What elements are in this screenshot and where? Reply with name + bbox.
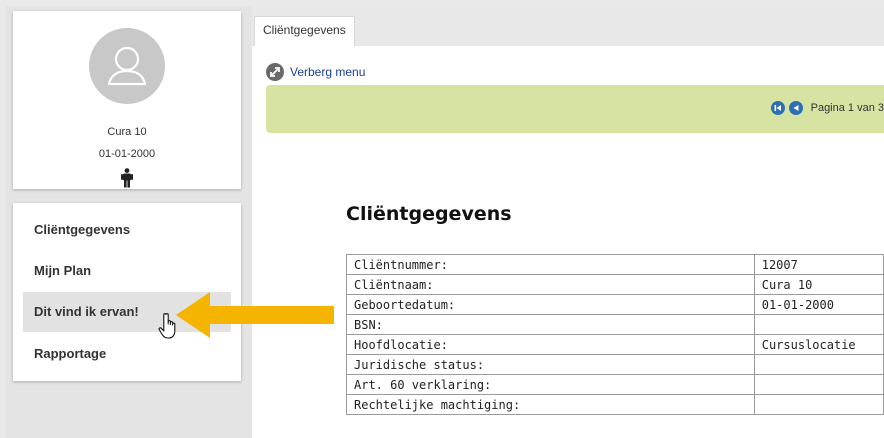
row-value xyxy=(753,394,884,415)
navigation-bar: Pagina 1 van 3 xyxy=(266,85,884,133)
sidebar-item-rapportage[interactable]: Rapportage xyxy=(23,334,231,374)
row-label: Cliëntnummer: xyxy=(346,254,755,275)
table-row: Art. 60 verklaring: xyxy=(346,374,884,395)
hand-pointer-icon xyxy=(158,313,176,339)
profile-card: Cura 10 01-01-2000 xyxy=(13,11,241,189)
row-value: 01-01-2000 xyxy=(753,294,884,315)
table-row: Cliëntnummer: 12007 xyxy=(346,254,884,275)
client-info-table: Cliëntnummer: 12007 Cliëntnaam: Cura 10 Gebo… xyxy=(346,254,884,415)
client-dob: 01-01-2000 xyxy=(98,148,156,160)
main-panel: Cliëntgegevens Verberg menu Pagina 1 van… xyxy=(252,6,884,438)
row-value xyxy=(753,354,884,375)
page-title: Cliëntgegevens xyxy=(346,203,512,225)
tab-clientgegevens[interactable]: Cliëntgegevens xyxy=(254,16,355,46)
row-value xyxy=(753,314,884,335)
table-row: Cliëntnaam: Cura 10 xyxy=(346,274,884,295)
row-label: BSN: xyxy=(346,314,755,335)
sidebar-item-mijn-plan[interactable]: Mijn Plan xyxy=(23,251,231,291)
page-indicator: Pagina 1 van 3 xyxy=(810,102,884,114)
table-row: Rechtelijke machtiging: xyxy=(346,394,884,415)
table-row: BSN: xyxy=(346,314,884,335)
previous-page-icon[interactable] xyxy=(788,101,803,115)
row-label: Juridische status: xyxy=(346,354,755,375)
avatar xyxy=(89,28,165,104)
highlight-arrow-icon xyxy=(176,292,334,338)
table-row: Juridische status: xyxy=(346,354,884,375)
row-label: Hoofdlocatie: xyxy=(346,334,755,355)
row-value: Cursuslocatie xyxy=(753,334,884,355)
row-label: Rechtelijke machtiging: xyxy=(346,394,755,415)
row-value: 12007 xyxy=(753,254,884,275)
collapse-arrows-icon xyxy=(266,63,284,81)
sidebar-item-clientgegevens[interactable]: Cliëntgegevens xyxy=(23,210,231,250)
row-value: Cura 10 xyxy=(753,274,884,295)
pager: Pagina 1 van 3 xyxy=(770,101,884,115)
table-row: Geboortedatum: 01-01-2000 xyxy=(346,294,884,315)
row-label: Geboortedatum: xyxy=(346,294,755,315)
user-silhouette-icon xyxy=(107,46,147,86)
client-name: Cura 10 xyxy=(107,126,147,138)
table-row: Hoofdlocatie: Cursuslocatie xyxy=(346,334,884,355)
first-page-icon[interactable] xyxy=(770,101,785,115)
male-figure-icon xyxy=(121,168,133,188)
row-label: Art. 60 verklaring: xyxy=(346,374,755,395)
row-label: Cliëntnaam: xyxy=(346,274,755,295)
row-value xyxy=(753,374,884,395)
tab-bar: Cliëntgegevens xyxy=(252,6,884,46)
hide-menu-link[interactable]: Verberg menu xyxy=(266,63,365,81)
hide-menu-label: Verberg menu xyxy=(290,65,366,79)
